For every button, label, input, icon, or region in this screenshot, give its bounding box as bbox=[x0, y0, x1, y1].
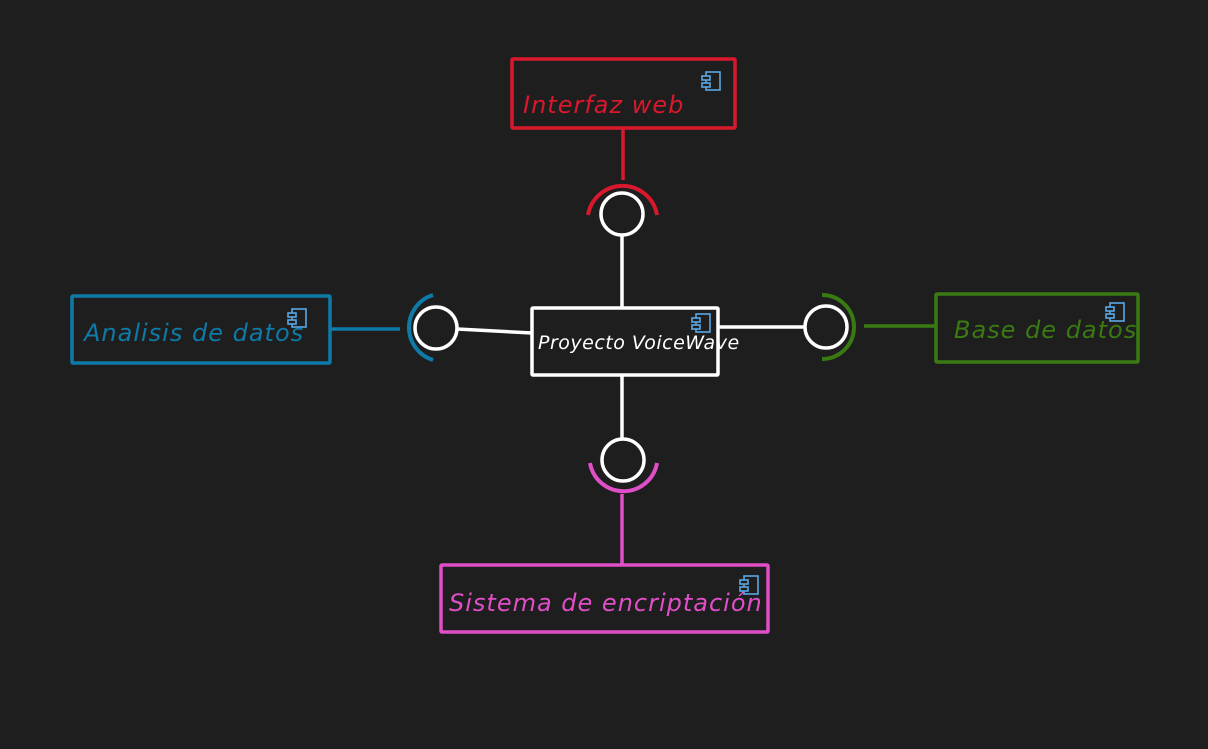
component-diagram: Interfaz web Analisis de datos Base de d… bbox=[70, 57, 1140, 634]
web-provided-interface bbox=[599, 191, 645, 237]
diagram-canvas: Interfaz web Analisis de datos Base de d… bbox=[0, 0, 1208, 749]
enc-required-socket bbox=[588, 462, 659, 494]
component-enc-label: Sistema de encriptación bbox=[449, 589, 763, 617]
bd-provided-interface bbox=[803, 304, 849, 350]
component-analisis-label: Analisis de datos bbox=[82, 319, 304, 347]
component-center-label: Proyecto VoiceWave bbox=[538, 332, 740, 354]
analisis-interface-line bbox=[456, 327, 533, 335]
web-required-socket bbox=[586, 183, 659, 216]
component-icon bbox=[701, 71, 721, 91]
analisis-required-socket bbox=[406, 293, 434, 362]
component-bd[interactable]: Base de datos bbox=[934, 292, 1140, 364]
component-enc[interactable]: Sistema de encriptación bbox=[439, 563, 770, 634]
component-analisis[interactable]: Analisis de datos bbox=[70, 294, 332, 365]
component-web-label: Interfaz web bbox=[523, 91, 684, 119]
analisis-provided-interface bbox=[413, 305, 459, 351]
component-web[interactable]: Interfaz web bbox=[510, 57, 737, 130]
enc-provided-interface bbox=[600, 437, 646, 483]
component-center[interactable]: Proyecto VoiceWave bbox=[530, 306, 740, 377]
